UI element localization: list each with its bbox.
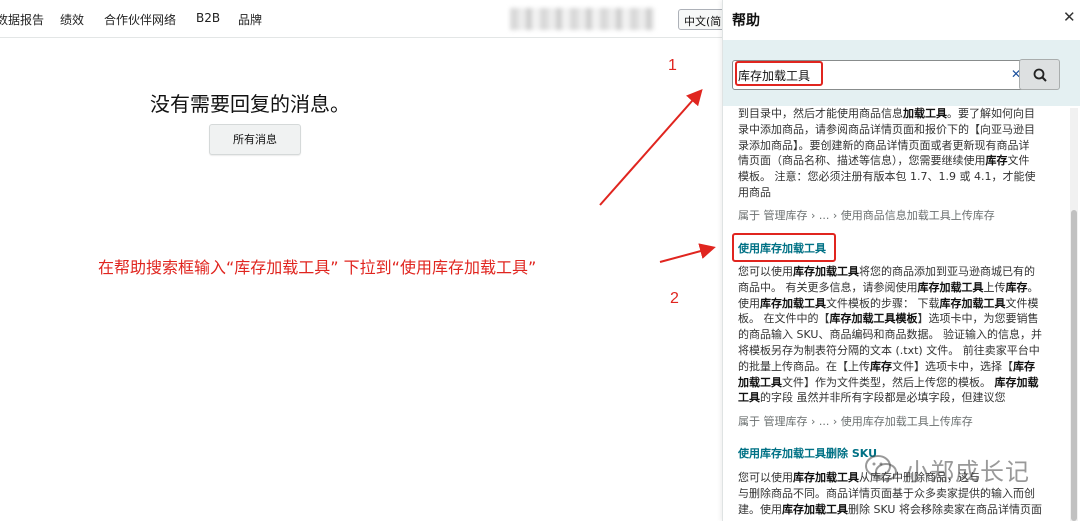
annotation-arrows [599, 89, 716, 263]
watermark-text: 小郑成长记 [905, 458, 1030, 486]
wechat-logo-icon [865, 455, 897, 481]
annotation-arrow-1 [599, 89, 703, 206]
screen: 数据报告 绩效 合作伙伴网络 B2B 品牌 中文(简 没有需要回复的消息。 所有… [0, 0, 1080, 521]
annotation-arrow-2 [659, 243, 716, 263]
